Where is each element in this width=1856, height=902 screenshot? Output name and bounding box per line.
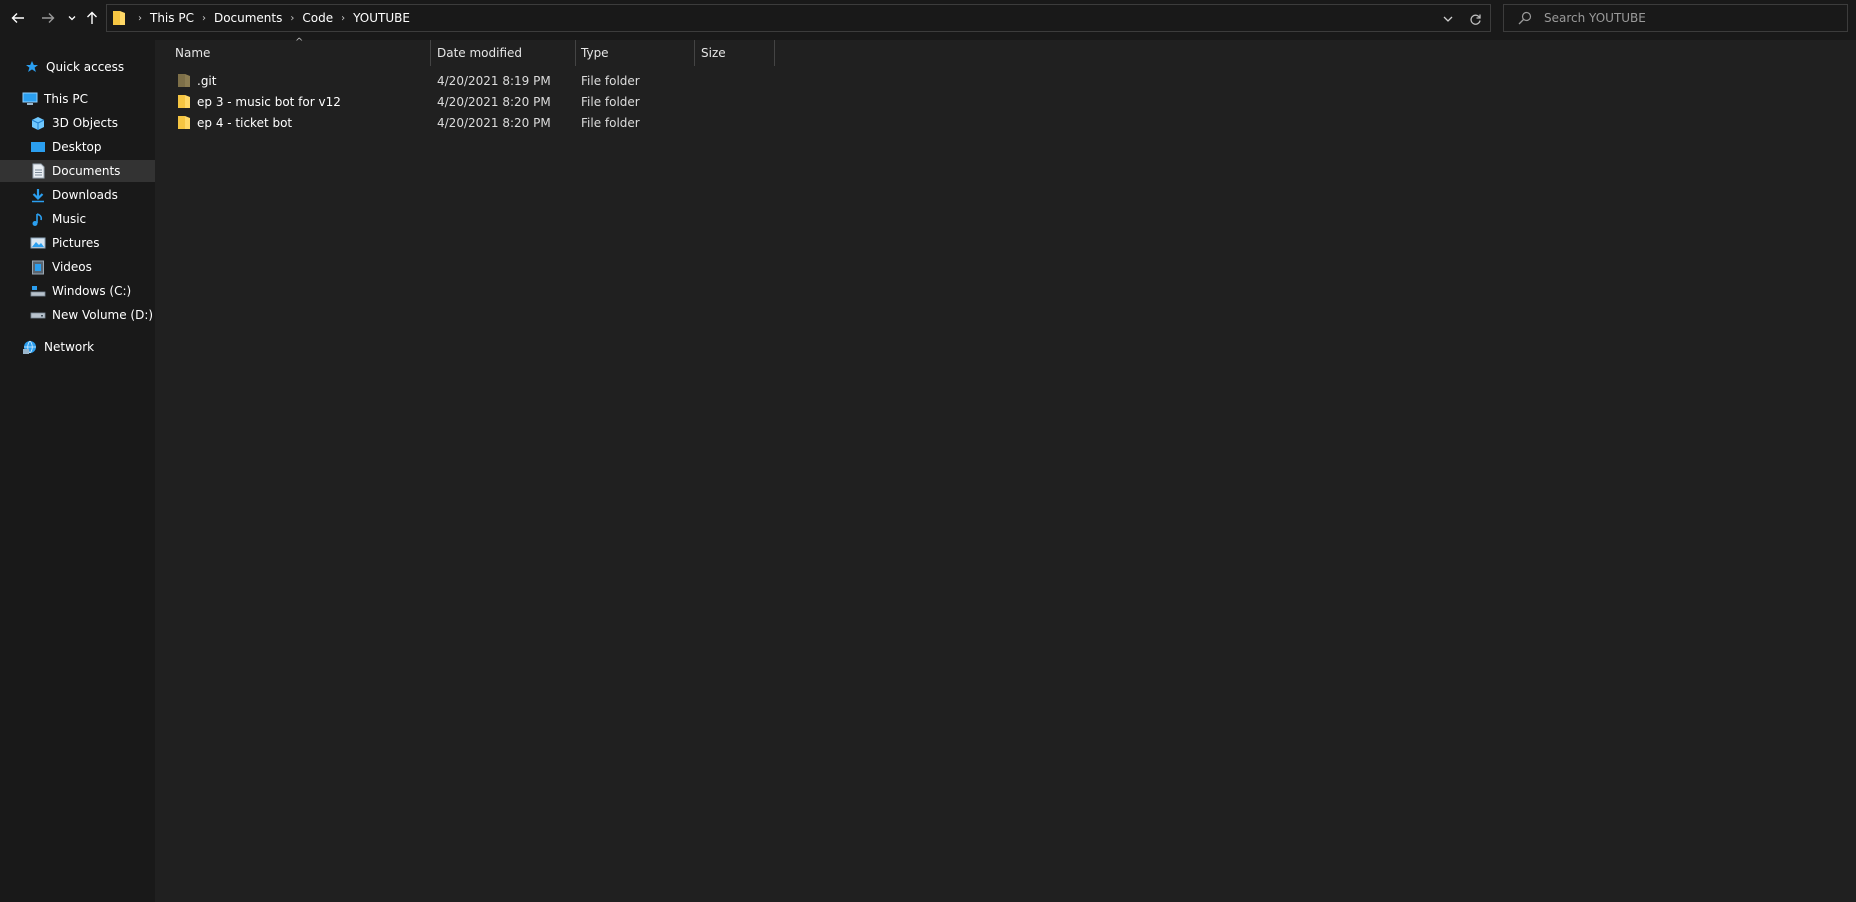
desktop-icon bbox=[30, 139, 46, 155]
nav-label: This PC bbox=[44, 92, 88, 106]
back-button[interactable] bbox=[6, 6, 30, 30]
file-row-ep3[interactable]: ep 3 - music bot for v12 4/20/2021 8:20 … bbox=[177, 92, 777, 112]
sort-ascending-icon: ^ bbox=[295, 37, 304, 48]
file-date-modified: 4/20/2021 8:20 PM bbox=[437, 116, 551, 130]
file-type: File folder bbox=[581, 116, 640, 130]
nav-label: Documents bbox=[52, 164, 121, 178]
nav-label: Downloads bbox=[52, 188, 118, 202]
nav-label: Pictures bbox=[52, 236, 100, 250]
document-icon bbox=[30, 163, 46, 179]
forward-button[interactable] bbox=[36, 6, 60, 30]
file-name: .git bbox=[197, 74, 217, 88]
file-type: File folder bbox=[581, 74, 640, 88]
arrow-right-icon bbox=[42, 13, 55, 23]
navigation-pane: Quick access This PC 3D Objects Desktop … bbox=[0, 40, 155, 902]
chevron-right-icon[interactable]: › bbox=[134, 13, 146, 24]
breadcrumb-documents[interactable]: Documents bbox=[210, 11, 286, 25]
breadcrumb-youtube[interactable]: YOUTUBE bbox=[349, 11, 414, 25]
nav-label: Videos bbox=[52, 260, 92, 274]
up-button[interactable] bbox=[82, 6, 102, 30]
chevron-right-icon[interactable]: › bbox=[286, 13, 298, 24]
column-date-modified[interactable]: Date modified bbox=[431, 40, 575, 66]
nav-label: Music bbox=[52, 212, 87, 226]
nav-label: Quick access bbox=[46, 60, 125, 74]
computer-icon bbox=[22, 91, 38, 107]
address-history-button[interactable] bbox=[1440, 11, 1456, 27]
file-list-view: Name ^ Date modified Type Size .git 4/20… bbox=[157, 37, 1856, 902]
nav-desktop[interactable]: Desktop bbox=[30, 136, 102, 158]
nav-label: Network bbox=[44, 340, 95, 354]
file-row-git[interactable]: .git 4/20/2021 8:19 PM File folder bbox=[177, 71, 777, 91]
arrow-up-icon bbox=[87, 11, 97, 24]
nav-network[interactable]: Network bbox=[22, 336, 94, 358]
column-size[interactable]: Size bbox=[695, 40, 775, 66]
nav-label: New Volume (D:) bbox=[52, 308, 154, 322]
search-box[interactable] bbox=[1503, 4, 1848, 32]
file-date-modified: 4/20/2021 8:19 PM bbox=[437, 74, 551, 88]
column-type[interactable]: Type bbox=[575, 40, 695, 66]
arrow-left-icon bbox=[11, 13, 24, 23]
star-icon bbox=[24, 59, 40, 75]
refresh-icon bbox=[1469, 14, 1481, 25]
nav-videos[interactable]: Videos bbox=[30, 256, 92, 278]
navigation-bar: › This PC › Documents › Code › YOUTUBE bbox=[0, 0, 1856, 34]
folder-icon bbox=[178, 116, 190, 129]
recent-locations-button[interactable] bbox=[64, 6, 80, 30]
file-date-modified: 4/20/2021 8:20 PM bbox=[437, 95, 551, 109]
refresh-button[interactable] bbox=[1466, 10, 1484, 28]
folder-icon bbox=[113, 11, 125, 25]
network-icon bbox=[22, 339, 38, 355]
nav-new-volume-d[interactable]: New Volume (D:) bbox=[30, 304, 153, 326]
chevron-right-icon[interactable]: › bbox=[198, 13, 210, 24]
chevron-down-icon bbox=[68, 16, 76, 21]
nav-music[interactable]: Music bbox=[30, 208, 86, 230]
music-icon bbox=[30, 211, 46, 227]
drive-icon bbox=[30, 307, 46, 323]
chevron-right-icon[interactable]: › bbox=[337, 13, 349, 24]
nav-label: Windows (C:) bbox=[52, 284, 132, 298]
nav-3d-objects[interactable]: 3D Objects bbox=[30, 112, 118, 134]
column-header-row: Name ^ Date modified Type Size bbox=[157, 37, 777, 66]
address-bar[interactable]: › This PC › Documents › Code › YOUTUBE bbox=[106, 4, 1491, 32]
picture-icon bbox=[30, 235, 46, 251]
nav-label: Desktop bbox=[52, 140, 102, 154]
search-icon bbox=[1518, 11, 1532, 25]
chevron-down-icon bbox=[1443, 16, 1453, 22]
nav-this-pc[interactable]: This PC bbox=[22, 88, 88, 110]
video-icon bbox=[30, 259, 46, 275]
nav-quick-access[interactable]: Quick access bbox=[24, 56, 124, 78]
file-row-ep4[interactable]: ep 4 - ticket bot 4/20/2021 8:20 PM File… bbox=[177, 113, 777, 133]
nav-pictures[interactable]: Pictures bbox=[30, 232, 100, 254]
column-divider[interactable] bbox=[774, 40, 775, 66]
breadcrumb-code[interactable]: Code bbox=[298, 11, 337, 25]
nav-downloads[interactable]: Downloads bbox=[30, 184, 118, 206]
drive-icon bbox=[30, 283, 46, 299]
folder-icon bbox=[178, 95, 190, 108]
search-input[interactable] bbox=[1544, 11, 1834, 25]
download-icon bbox=[30, 187, 46, 203]
file-name: ep 4 - ticket bot bbox=[197, 116, 293, 130]
file-name: ep 3 - music bot for v12 bbox=[197, 95, 341, 109]
nav-label: 3D Objects bbox=[52, 116, 119, 130]
nav-windows-c[interactable]: Windows (C:) bbox=[30, 280, 131, 302]
nav-documents[interactable]: Documents bbox=[0, 160, 155, 182]
file-type: File folder bbox=[581, 95, 640, 109]
folder-icon bbox=[178, 74, 190, 87]
breadcrumb-this-pc[interactable]: This PC bbox=[146, 11, 198, 25]
breadcrumb: › This PC › Documents › Code › YOUTUBE bbox=[134, 5, 414, 31]
cube-icon bbox=[30, 115, 46, 131]
